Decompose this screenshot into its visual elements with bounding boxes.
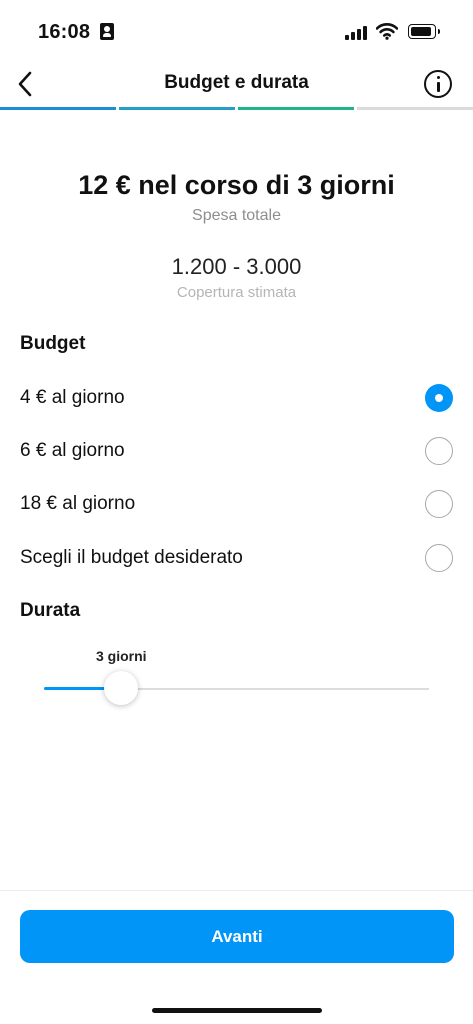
estimated-reach-value: 1.200 - 3.000 (171, 254, 302, 279)
progress-step (0, 107, 116, 110)
header: Budget e durata (0, 62, 473, 106)
duration-slider-thumb[interactable] (104, 671, 138, 705)
total-spend-amount: 12 € nel corso di 3 giorni (78, 170, 395, 200)
estimated-reach-caption: Copertura stimata (176, 284, 297, 301)
next-button[interactable]: Avanti (20, 910, 454, 963)
battery-icon (408, 24, 440, 39)
page-title: Budget e durata (164, 72, 309, 93)
budget-radio[interactable] (425, 490, 453, 518)
budget-option-6[interactable]: 6 € al giorno (0, 429, 473, 473)
budget-option-custom[interactable]: Scegli il budget desiderato (0, 536, 473, 580)
step-progress (0, 107, 473, 110)
budget-radio[interactable] (425, 437, 453, 465)
footer-divider (0, 890, 473, 891)
progress-step (238, 107, 354, 110)
duration-section-title: Durata (20, 600, 81, 621)
progress-step (119, 107, 235, 110)
budget-section-title: Budget (20, 333, 86, 354)
budget-option-label: 4 € al giorno (20, 387, 125, 408)
budget-option-18[interactable]: 18 € al giorno (0, 482, 473, 526)
total-spend-caption: Spesa totale (192, 207, 281, 224)
budget-option-label: 6 € al giorno (20, 440, 125, 461)
status-bar: 16:08 (0, 0, 473, 60)
budget-option-4[interactable]: 4 € al giorno (0, 376, 473, 420)
wifi-icon (376, 23, 398, 40)
budget-option-label: 18 € al giorno (20, 493, 136, 514)
budget-option-label: Scegli il budget desiderato (20, 547, 243, 568)
progress-step (357, 107, 473, 110)
budget-radio[interactable] (425, 384, 453, 412)
budget-radio[interactable] (425, 544, 453, 572)
duration-value-label: 3 giorni (96, 648, 147, 664)
status-time: 16:08 (38, 21, 91, 43)
info-icon[interactable] (424, 70, 452, 98)
id-card-icon (100, 23, 114, 40)
cellular-signal-icon (345, 26, 369, 40)
home-indicator (152, 1008, 322, 1013)
